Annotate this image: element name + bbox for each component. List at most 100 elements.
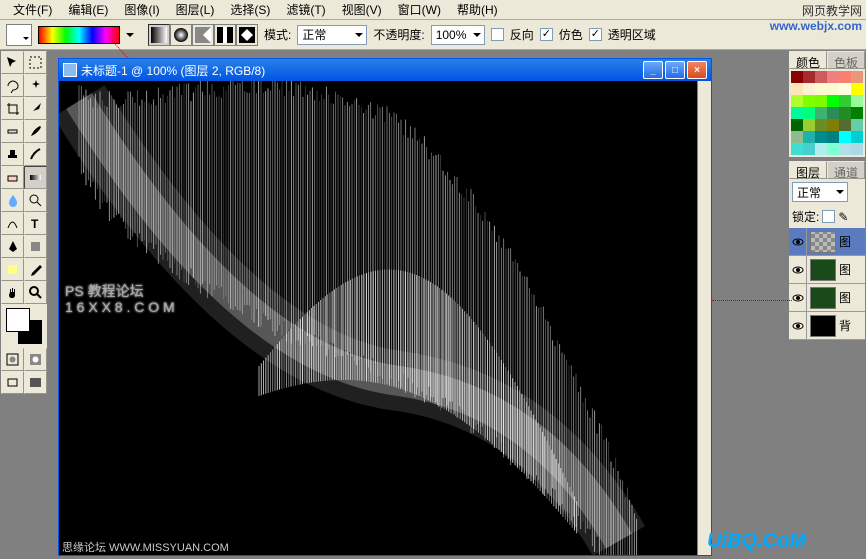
tool-preset-picker[interactable] [6,24,32,46]
swatch[interactable] [851,119,863,131]
reverse-checkbox[interactable] [491,28,504,41]
gradient-linear-button[interactable] [148,24,170,46]
visibility-icon[interactable] [789,256,807,284]
layer-row[interactable]: 图 [789,284,865,312]
notes-tool[interactable] [1,258,24,281]
history-brush-tool[interactable] [24,143,47,166]
type-tool[interactable]: T [24,212,47,235]
menu-edit[interactable]: 编辑(E) [60,0,116,20]
menu-filter[interactable]: 滤镜(T) [278,0,333,20]
swatch[interactable] [815,119,827,131]
gradient-radial-button[interactable] [170,24,192,46]
menu-layer[interactable]: 图层(L) [168,0,223,20]
gradient-tool[interactable] [24,166,47,189]
swatch[interactable] [791,119,803,131]
canvas[interactable]: PS 教程论坛 1 6 X X 8 . C O M [59,81,699,555]
close-button[interactable]: × [687,61,707,79]
swatch[interactable] [803,119,815,131]
dither-checkbox[interactable] [540,28,553,41]
menu-select[interactable]: 选择(S) [222,0,278,20]
swatch[interactable] [815,143,827,155]
blend-mode-select[interactable]: 正常 [792,182,848,202]
swatch[interactable] [851,71,863,83]
swatch[interactable] [827,83,839,95]
menu-window[interactable]: 窗口(W) [390,0,449,20]
titlebar[interactable]: 未标题-1 @ 100% (图层 2, RGB/8) _ □ × [59,59,711,81]
gradient-reflected-button[interactable] [214,24,236,46]
wand-tool[interactable] [24,74,47,97]
layer-row[interactable]: 背 [789,312,865,340]
swatch[interactable] [851,131,863,143]
heal-tool[interactable] [1,120,24,143]
eyedropper-tool[interactable] [24,258,47,281]
swatch[interactable] [851,143,863,155]
transparency-checkbox[interactable] [589,28,602,41]
layers-tab[interactable]: 图层 [789,161,827,179]
swatch[interactable] [803,107,815,119]
crop-tool[interactable] [1,97,24,120]
gradient-diamond-button[interactable] [236,24,258,46]
visibility-icon[interactable] [789,228,807,256]
swatch[interactable] [791,95,803,107]
vertical-scrollbar[interactable] [697,81,711,555]
swatch[interactable] [839,131,851,143]
swatch[interactable] [815,95,827,107]
gradient-preview[interactable] [38,26,120,44]
menu-file[interactable]: 文件(F) [5,0,60,20]
swatch[interactable] [839,83,851,95]
swatch[interactable] [791,131,803,143]
menu-image[interactable]: 图像(I) [116,0,167,20]
menu-view[interactable]: 视图(V) [334,0,390,20]
swatch[interactable] [815,131,827,143]
swatch[interactable] [851,95,863,107]
screen-full[interactable] [24,371,47,394]
stamp-tool[interactable] [1,143,24,166]
screenmode-toggle[interactable] [24,348,47,371]
marquee-tool[interactable] [24,51,47,74]
dodge-tool[interactable] [24,189,47,212]
swatch[interactable] [815,107,827,119]
swatch[interactable] [851,107,863,119]
swatch[interactable] [839,119,851,131]
layer-row[interactable]: 图 [789,228,865,256]
swatch[interactable] [803,83,815,95]
lasso-tool[interactable] [1,74,24,97]
swatch[interactable] [803,71,815,83]
swatch[interactable] [803,95,815,107]
hand-tool[interactable] [1,281,24,304]
channels-tab[interactable]: 通道 [827,161,865,179]
swatch[interactable] [791,71,803,83]
swatch[interactable] [815,71,827,83]
visibility-icon[interactable] [789,284,807,312]
path-tool[interactable] [1,212,24,235]
slice-tool[interactable] [24,97,47,120]
opacity-input[interactable]: 100% [431,25,485,45]
zoom-tool[interactable] [24,281,47,304]
swatch[interactable] [803,131,815,143]
maximize-button[interactable]: □ [665,61,685,79]
swatch[interactable] [803,143,815,155]
swatch[interactable] [815,83,827,95]
swatch[interactable] [839,71,851,83]
swatches-tab[interactable]: 色板 [827,51,865,69]
swatch[interactable] [827,131,839,143]
move-tool[interactable] [1,51,24,74]
swatch[interactable] [827,143,839,155]
mode-select[interactable]: 正常 [297,25,367,45]
screen-standard[interactable] [1,371,24,394]
swatch[interactable] [827,119,839,131]
swatch[interactable] [791,107,803,119]
brush-lock-icon[interactable]: ✎ [838,210,848,224]
visibility-icon[interactable] [789,312,807,340]
layer-row[interactable]: 图 [789,256,865,284]
pen-tool[interactable] [1,235,24,258]
gradient-dropdown-icon[interactable] [126,33,134,41]
swatch[interactable] [827,95,839,107]
lock-transparency[interactable] [822,210,835,223]
quickmask-toggle[interactable] [1,348,24,371]
minimize-button[interactable]: _ [643,61,663,79]
gradient-angle-button[interactable] [192,24,214,46]
swatch[interactable] [791,143,803,155]
swatch[interactable] [839,95,851,107]
swatch[interactable] [827,71,839,83]
